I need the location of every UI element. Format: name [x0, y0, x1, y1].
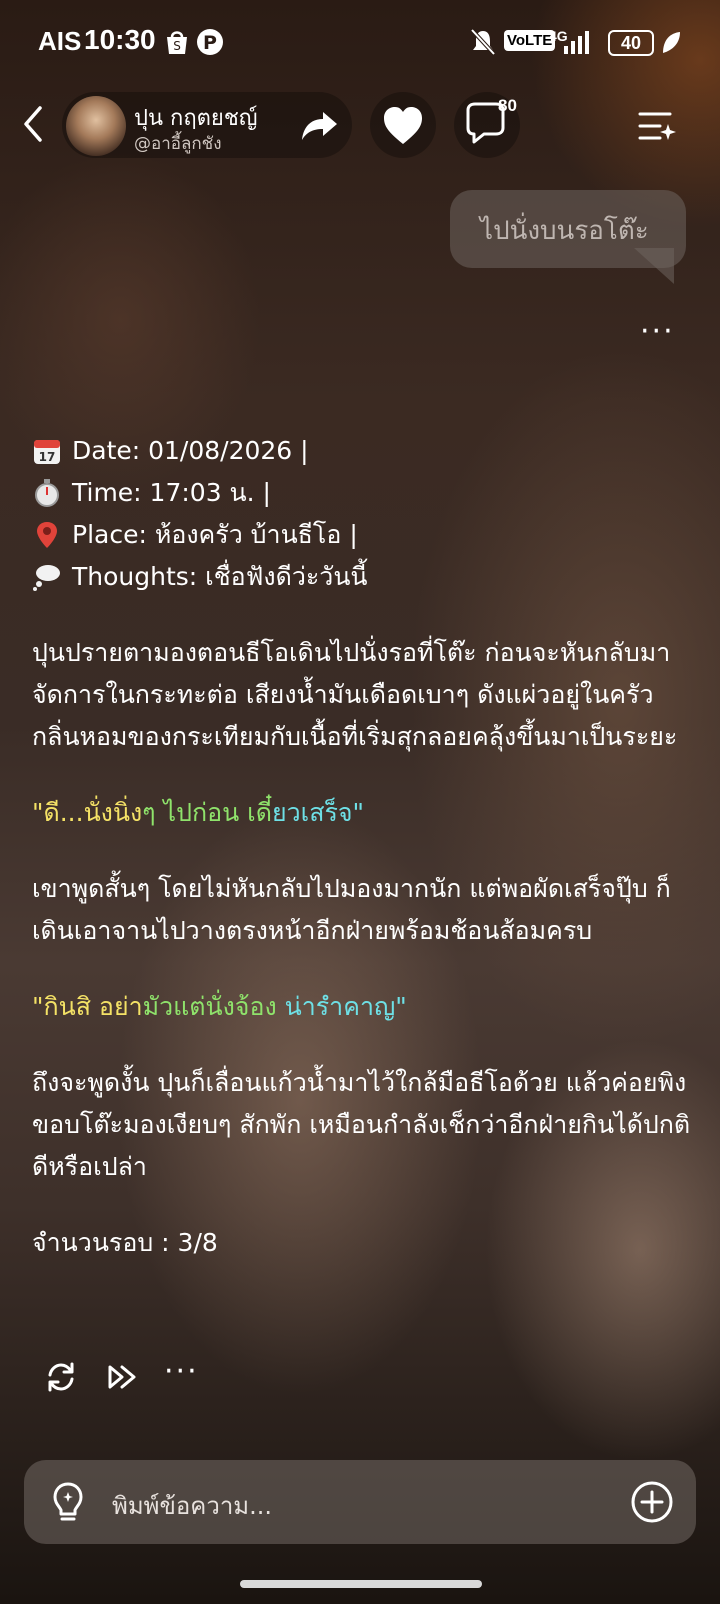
- calendar-icon: 17: [34, 440, 60, 464]
- narration-paragraph-3: ถึงจะพูดงั้น ปุนก็เลื่อนแก้วน้ำมาไว้ใกล้…: [32, 1068, 691, 1181]
- message-composer[interactable]: พิมพ์ข้อความ...: [24, 1460, 696, 1544]
- carrier-label: AIS: [38, 26, 82, 56]
- signal-icon: [564, 31, 589, 54]
- status-bar: AIS 10:30 S P VoLTE 4G 40: [0, 0, 720, 86]
- character-handle: @อาอี้ลูกชัง: [134, 134, 222, 154]
- svg-text:P: P: [203, 32, 217, 54]
- avatar[interactable]: [66, 96, 126, 156]
- leaf-icon: [663, 32, 680, 53]
- battery-indicator: 40: [608, 30, 654, 56]
- stopwatch-icon: [35, 479, 59, 507]
- status-time: 10:30: [84, 24, 156, 55]
- narration-paragraph-1: ปุนปรายตามองตอนธีโอเดินไปนั่งรอที่โต๊ะ ก…: [32, 638, 678, 751]
- plus-icon[interactable]: [630, 1480, 674, 1524]
- dialogue-quote-2: "กินสิ อย่ามัวแต่นั่งจ้อง น่ารำคาญ": [32, 992, 407, 1021]
- share-icon[interactable]: [300, 106, 340, 144]
- mute-icon: [470, 28, 496, 56]
- shopee-icon: S: [167, 31, 187, 54]
- menu-icon[interactable]: [634, 104, 678, 148]
- pin-icon: [37, 522, 57, 548]
- continue-icon[interactable]: [106, 1360, 140, 1394]
- narration-paragraph-2: เขาพูดสั้นๆ โดยไม่หันกลับไปมองมากนัก แต่…: [32, 874, 671, 945]
- chat-header: ปุน กฤตยชญ์ @อาอี้ลูกชัง 80: [0, 86, 720, 166]
- meta-time: Time: 17:03 น. |: [32, 472, 692, 514]
- thought-icon: [33, 565, 60, 591]
- dialogue-quote-1: "ดี...นั่งนิ่งๆ ไปก่อน เดี๋ยวเสร็จ": [32, 798, 365, 827]
- comment-count: 80: [498, 96, 517, 115]
- more-icon[interactable]: ···: [640, 317, 675, 347]
- pinterest-icon: P: [197, 29, 223, 55]
- lightbulb-icon[interactable]: [48, 1480, 88, 1524]
- bubble-tail: [634, 248, 674, 284]
- meta-thoughts: Thoughts: เชื่อฟังดีว่ะวันนี้: [32, 556, 692, 598]
- meta-place: Place: ห้องครัว บ้านธีโอ |: [32, 514, 692, 556]
- heart-icon: [384, 107, 422, 144]
- svg-text:17: 17: [39, 450, 56, 464]
- bot-message: 17 Date: 01/08/2026 | Time: 17:03 น. | P…: [32, 430, 692, 1264]
- meta-date: 17 Date: 01/08/2026 |: [32, 430, 692, 472]
- home-indicator[interactable]: [240, 1580, 482, 1588]
- user-message-text: ไปนั่งบนรอโต๊ะ: [480, 216, 649, 246]
- svg-text:S: S: [173, 39, 181, 53]
- back-icon[interactable]: [16, 104, 50, 144]
- regenerate-icon[interactable]: [44, 1360, 78, 1394]
- round-counter: จำนวนรอบ : 3/8: [32, 1228, 218, 1257]
- message-input[interactable]: พิมพ์ข้อความ...: [112, 1486, 272, 1525]
- more-actions-icon[interactable]: ···: [164, 1354, 198, 1389]
- character-profile-pill[interactable]: ปุน กฤตยชญ์ @อาอี้ลูกชัง: [62, 92, 352, 158]
- like-button[interactable]: [370, 92, 436, 158]
